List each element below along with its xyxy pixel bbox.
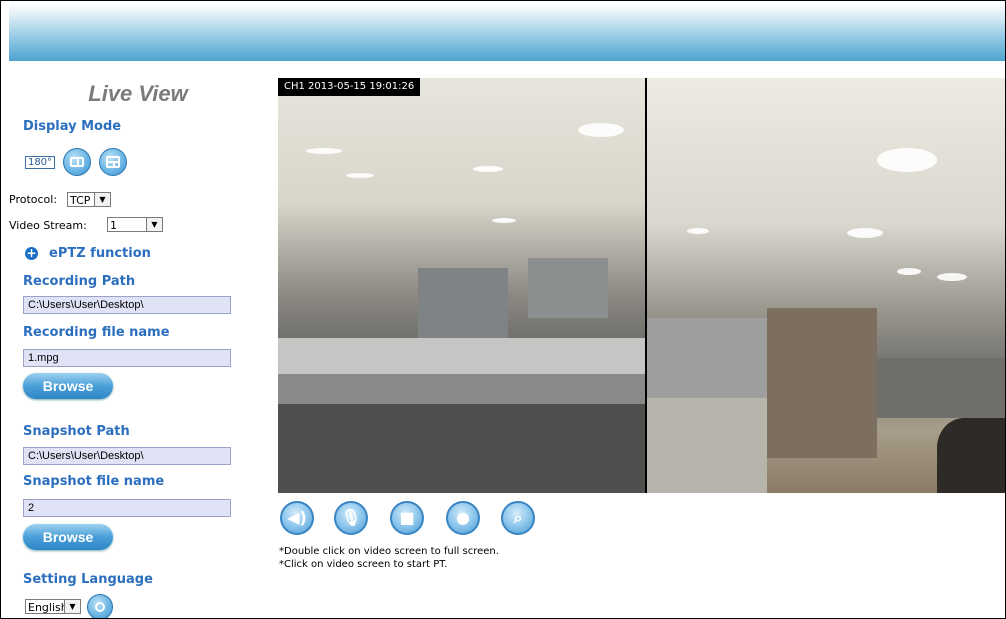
language-select[interactable]: English ▼ <box>25 599 81 614</box>
record-button[interactable]: ● <box>446 501 480 535</box>
snapshot-browse-button[interactable]: Browse <box>23 524 113 550</box>
camera-view-right[interactable] <box>647 78 1005 493</box>
chevron-down-icon: ▼ <box>64 600 80 613</box>
speaker-icon: ◀) <box>287 508 307 527</box>
recording-file-heading: Recording file name <box>23 325 170 340</box>
protocol-value: TCP <box>70 194 91 207</box>
page-title: Live View <box>88 81 188 106</box>
recording-path-heading: Recording Path <box>23 274 136 289</box>
snapshot-file-heading: Snapshot file name <box>23 474 165 489</box>
search-file-icon: ⌕ <box>513 508 523 527</box>
language-value: English <box>28 601 68 614</box>
file-search-button[interactable]: ⌕ <box>501 501 535 535</box>
apply-icon <box>95 602 105 612</box>
expand-plus-icon[interactable]: + <box>25 247 38 260</box>
recording-file-field[interactable]: 1.mpg <box>23 349 231 367</box>
recording-browse-button[interactable]: Browse <box>23 373 113 399</box>
sidebar: Live View Display Mode 180° Protocol: TC… <box>9 61 267 618</box>
video-stream-value: 1 <box>110 219 117 232</box>
header-banner <box>9 1 1005 61</box>
hint-pt: *Click on video screen to start PT. <box>279 559 448 570</box>
video-timestamp-osd: CH1 2013-05-15 19:01:26 <box>278 78 421 96</box>
mode-180-button[interactable]: 180° <box>25 156 55 169</box>
chevron-down-icon: ▼ <box>146 218 162 231</box>
protocol-select[interactable]: TCP ▼ <box>67 192 111 207</box>
chevron-down-icon: ▼ <box>94 193 110 206</box>
dual-view-button[interactable] <box>63 148 91 176</box>
app-window: Live View Display Mode 180° Protocol: TC… <box>0 0 1006 619</box>
apply-language-button[interactable] <box>87 594 113 618</box>
setting-language-heading: Setting Language <box>23 572 153 587</box>
microphone-icon: 🎙 <box>340 508 362 527</box>
snapshot-file-field[interactable]: 2 <box>23 499 231 517</box>
microphone-button[interactable]: 🎙 <box>334 501 368 535</box>
video-camera-icon: ● <box>456 508 470 527</box>
video-screen[interactable]: CH1 2013-05-15 19:01:26 <box>278 78 1005 493</box>
snapshot-button[interactable]: ■ <box>390 501 424 535</box>
recording-path-field[interactable]: C:\Users\User\Desktop\ <box>23 296 231 314</box>
protocol-label: Protocol: <box>9 193 58 206</box>
video-stream-select[interactable]: 1 ▼ <box>107 217 163 232</box>
camera-view-left[interactable] <box>278 78 645 493</box>
camera-icon: ■ <box>399 508 415 527</box>
eptz-function-link[interactable]: ePTZ function <box>49 246 151 261</box>
snapshot-path-field[interactable]: C:\Users\User\Desktop\ <box>23 447 231 465</box>
snapshot-path-heading: Snapshot Path <box>23 424 130 439</box>
hint-fullscreen: *Double click on video screen to full sc… <box>279 546 499 557</box>
display-mode-heading: Display Mode <box>23 119 122 134</box>
speaker-button[interactable]: ◀) <box>280 501 314 535</box>
video-stream-label: Video Stream: <box>9 219 87 232</box>
quad-view-button[interactable] <box>99 148 127 176</box>
